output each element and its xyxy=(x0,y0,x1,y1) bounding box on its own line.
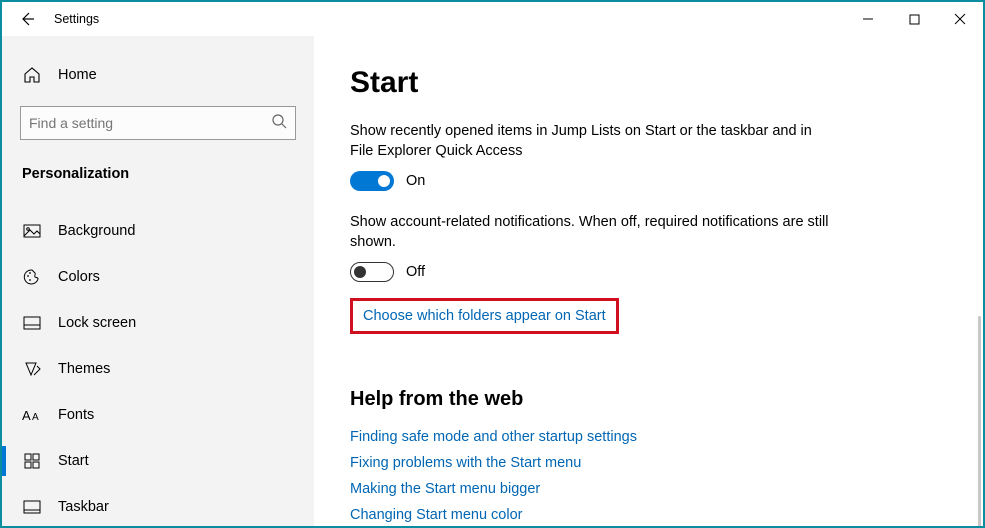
home-icon xyxy=(22,65,42,85)
svg-text:A: A xyxy=(32,412,39,423)
help-link[interactable]: Changing Start menu color xyxy=(350,507,943,523)
sidebar-item-taskbar[interactable]: Taskbar xyxy=(2,484,314,526)
help-links: Finding safe mode and other startup sett… xyxy=(350,429,943,523)
sidebar-item-label: Fonts xyxy=(58,407,94,423)
home-nav[interactable]: Home xyxy=(2,56,314,94)
sidebar-item-fonts[interactable]: AA Fonts xyxy=(2,392,314,438)
sidebar-item-lock-screen[interactable]: Lock screen xyxy=(2,300,314,346)
titlebar: Settings xyxy=(2,2,983,36)
sidebar-item-background[interactable]: Background xyxy=(2,208,314,254)
start-icon xyxy=(22,451,42,471)
sidebar-item-label: Background xyxy=(58,223,135,239)
sidebar: Home Personalization Background xyxy=(2,36,314,526)
search-wrap xyxy=(2,94,314,146)
sidebar-item-start[interactable]: Start xyxy=(2,438,314,484)
sidebar-item-label: Taskbar xyxy=(58,499,109,515)
setting-desc: Show account-related notifications. When… xyxy=(350,213,830,252)
window-title: Settings xyxy=(54,12,99,26)
window-body: Home Personalization Background xyxy=(2,36,983,526)
nav-list: Background Colors Lock screen xyxy=(2,208,314,526)
sidebar-item-themes[interactable]: Themes xyxy=(2,346,314,392)
toggle-jump-lists[interactable] xyxy=(350,171,394,191)
home-label: Home xyxy=(58,67,97,83)
choose-folders-link[interactable]: Choose which folders appear on Start xyxy=(363,308,606,324)
help-link[interactable]: Making the Start menu bigger xyxy=(350,481,943,497)
search-input[interactable] xyxy=(29,115,271,131)
window-controls xyxy=(845,2,983,36)
highlight-annotation: Choose which folders appear on Start xyxy=(350,298,619,334)
minimize-button[interactable] xyxy=(845,2,891,36)
lock-screen-icon xyxy=(22,313,42,333)
close-button[interactable] xyxy=(937,2,983,36)
picture-icon xyxy=(22,221,42,241)
toggle-row-jump-lists: On xyxy=(350,171,943,191)
section-title: Personalization xyxy=(2,146,314,188)
palette-icon xyxy=(22,267,42,287)
sidebar-item-label: Themes xyxy=(58,361,110,377)
setting-desc: Show recently opened items in Jump Lists… xyxy=(350,122,830,161)
scrollbar[interactable] xyxy=(978,316,981,526)
settings-window: Settings Home xyxy=(0,0,985,528)
svg-text:A: A xyxy=(22,408,31,423)
help-link[interactable]: Finding safe mode and other startup sett… xyxy=(350,429,943,445)
sidebar-item-colors[interactable]: Colors xyxy=(2,254,314,300)
toggle-state-label: Off xyxy=(406,264,425,280)
toggle-row-account-notifications: Off xyxy=(350,262,943,282)
toggle-state-label: On xyxy=(406,173,425,189)
maximize-button[interactable] xyxy=(891,2,937,36)
search-box[interactable] xyxy=(20,106,296,140)
main-panel: Start Show recently opened items in Jump… xyxy=(314,36,983,526)
page-title: Start xyxy=(350,66,943,100)
taskbar-icon xyxy=(22,497,42,517)
fonts-icon: AA xyxy=(22,405,42,425)
themes-icon xyxy=(22,359,42,379)
sidebar-item-label: Lock screen xyxy=(58,315,136,331)
help-link[interactable]: Fixing problems with the Start menu xyxy=(350,455,943,471)
back-button[interactable] xyxy=(10,2,44,36)
help-heading: Help from the web xyxy=(350,388,943,411)
toggle-account-notifications[interactable] xyxy=(350,262,394,282)
sidebar-item-label: Colors xyxy=(58,269,100,285)
search-icon xyxy=(271,113,287,134)
sidebar-item-label: Start xyxy=(58,453,89,469)
